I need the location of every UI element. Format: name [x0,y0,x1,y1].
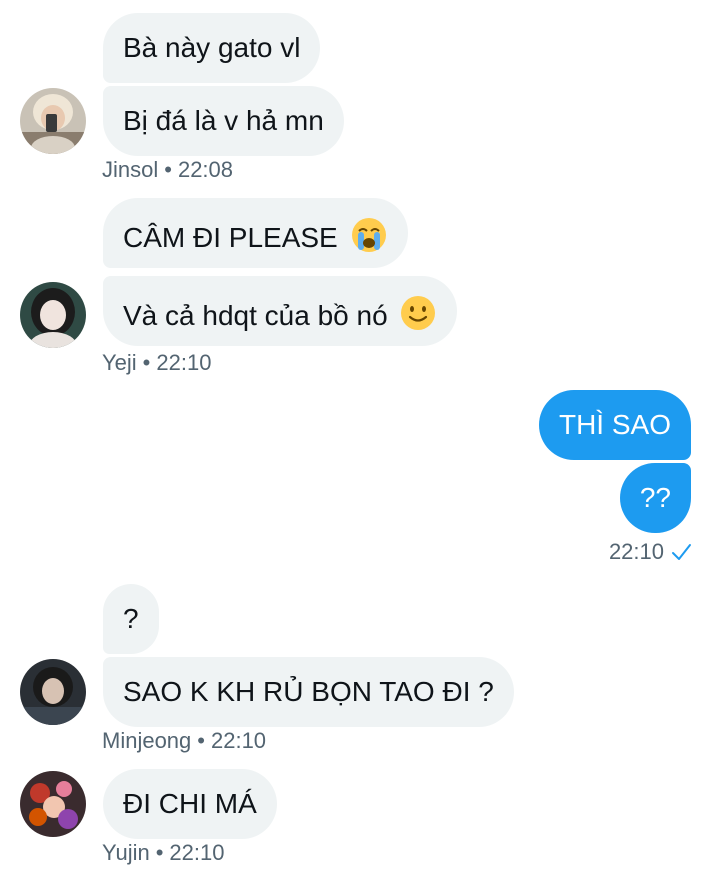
message-bubble[interactable]: Bị đá là v hả mn [103,86,344,156]
sender-name: Yeji [102,350,137,375]
message-meta: Yeji • 22:10 [102,350,211,376]
loudly-crying-face-emoji [351,218,386,252]
avatar-jinsol[interactable] [20,88,86,154]
avatar-image [20,659,86,725]
message-text: ? [123,603,139,634]
message-text: ĐI CHI MÁ [123,788,257,819]
message-bubble[interactable]: Bà này gato vl [103,13,321,83]
message-text: THÌ SAO [558,409,671,440]
separator-dot: • [155,840,164,865]
timestamp: 22:08 [177,157,234,182]
outgoing-message-bubble[interactable]: ?? [619,463,691,533]
message-text: Và cả hdqt của bồ nó [123,300,388,331]
slightly-smiling-face-emoji [401,296,436,330]
avatar-image [20,282,86,348]
outgoing-message-bubble[interactable]: THÌ SAO [538,390,691,460]
message-text: Bị đá là v hả mn [123,105,324,136]
message-bubble[interactable]: ? [103,584,159,654]
avatar-yeji[interactable] [20,282,86,348]
message-meta: 22:10 [609,539,692,565]
message-bubble[interactable]: ĐI CHI MÁ [103,769,277,839]
timestamp: 22:10 [169,840,225,865]
avatar-image [20,771,86,837]
message-text: Bà này gato vl [123,32,301,63]
separator-dot: • [197,728,205,753]
message-text: ?? [639,482,671,513]
avatar-image [20,88,86,154]
message-bubble[interactable]: Và cả hdqt của bồ nó [103,276,458,346]
avatar-yujin[interactable] [20,771,86,837]
message-bubble[interactable]: CÂM ĐI PLEASE [103,198,408,268]
message-text: SAO K KH RỦ BỌN TAO ĐI ? [123,676,494,707]
message-text: CÂM ĐI PLEASE [123,222,338,253]
message-meta: Jinsol • 22:08 [102,157,233,183]
avatar-minjeong[interactable] [20,659,86,725]
message-bubble[interactable]: SAO K KH RỦ BỌN TAO ĐI ? [103,657,514,727]
sender-name: Minjeong [102,728,192,753]
timestamp: 22:10 [608,539,664,564]
separator-dot: • [164,157,172,182]
timestamp: 22:10 [210,728,267,753]
sender-name: Yujin [102,840,150,865]
checkmark-icon [672,544,691,560]
sender-name: Jinsol [102,157,159,182]
message-meta: Minjeong • 22:10 [102,728,266,754]
message-meta: Yujin • 22:10 [102,840,224,866]
timestamp: 22:10 [156,350,212,375]
separator-dot: • [142,350,151,375]
